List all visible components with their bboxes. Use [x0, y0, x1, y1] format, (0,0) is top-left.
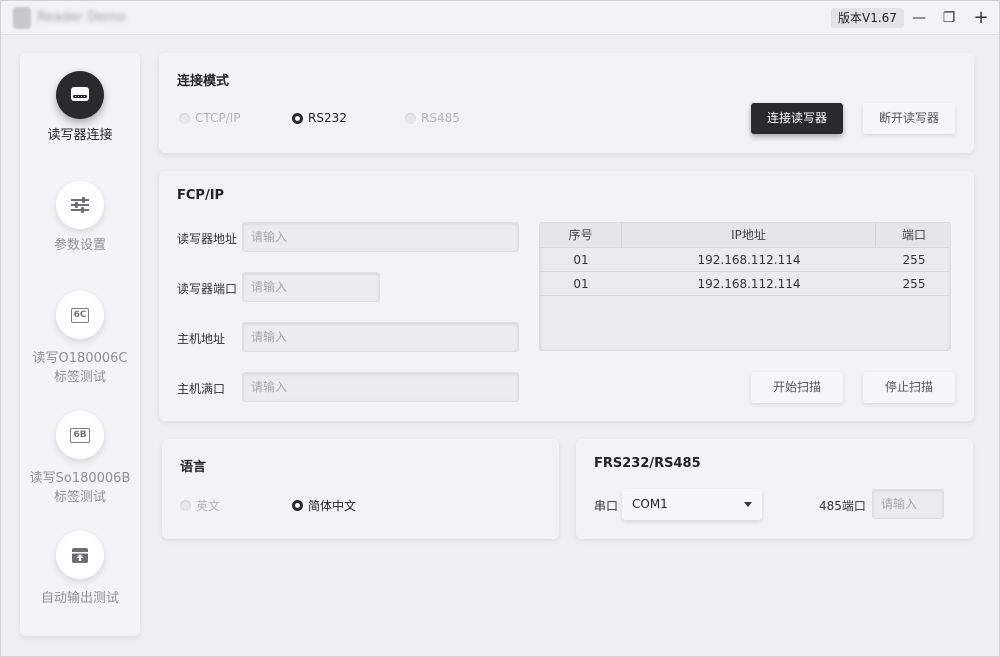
column-header-index: 序号 — [540, 223, 622, 248]
stop-scan-button[interactable]: 停止扫描 — [863, 372, 955, 403]
disconnect-reader-button[interactable]: 断开读写器 — [863, 103, 955, 134]
table-cell: 01 — [573, 277, 589, 291]
radio-rs232[interactable]: RS232 — [292, 111, 347, 125]
chevron-down-icon — [744, 502, 752, 507]
serial-port-label: 串口 — [594, 499, 619, 513]
radio-dot — [180, 500, 191, 511]
sidebar-item-label-line1: 读写So180006B — [29, 471, 131, 486]
host-port-input[interactable] — [242, 372, 519, 402]
scan-results-table: 序号 IP地址 端口 01 192.168.112.114 255 01 192… — [539, 222, 951, 351]
connect-mode-panel: 连接模式 CTCP/IP RS232 RS485 连接读写器 断开读写器 — [159, 53, 974, 153]
host-port-label: 主机满口 — [177, 382, 226, 396]
sidebar-item-label: 自动输出测试 — [40, 591, 119, 606]
radio-dot — [179, 112, 190, 124]
radio-label: CTCP/IP — [195, 111, 241, 125]
minimize-icon[interactable]: — — [908, 7, 930, 29]
table-row[interactable]: 01 192.168.112.114 255 — [540, 248, 950, 272]
reader-port-input[interactable] — [242, 272, 380, 302]
chip-label: 6B — [70, 427, 90, 443]
radio-label: RS485 — [421, 111, 460, 125]
app-title: Reader Demo — [37, 10, 126, 25]
sidebar-item-reader-connect[interactable]: 读写器连接 — [20, 53, 140, 153]
chip-6b-icon: 6B — [56, 411, 104, 459]
host-address-label: 主机地址 — [177, 332, 226, 346]
connect-reader-button[interactable]: 连接读写器 — [751, 103, 843, 134]
table-cell: 192.168.112.114 — [697, 253, 801, 267]
radio-dot — [292, 112, 303, 124]
column-header-port: 端口 — [901, 228, 926, 242]
table-cell: 192.168.112.114 — [697, 277, 801, 291]
app-logo-icon — [13, 7, 31, 29]
fcp-ip-title: FCP/IP — [177, 188, 225, 203]
radio-rs485[interactable]: RS485 — [405, 111, 460, 125]
reader-address-label: 读写器地址 — [177, 232, 238, 246]
restore-icon[interactable]: ❐ — [938, 7, 960, 29]
radio-dot — [292, 500, 303, 511]
app-window: Reader Demo 版本V1.67 — ❐ + 读写器连接 参数设置 6C … — [0, 0, 1000, 657]
reader-address-input[interactable] — [242, 222, 519, 252]
radio-label: 简体中文 — [308, 499, 357, 513]
sidebar-item-auto-output[interactable]: 自动输出测试 — [20, 513, 140, 613]
radio-dot — [405, 112, 416, 124]
host-address-input[interactable] — [242, 322, 519, 352]
sidebar-item-label-line1: 读写O180006C — [32, 351, 128, 366]
sidebar-item-label-line2: 标签测试 — [53, 490, 106, 505]
sidebar-item-label: 读写器连接 — [47, 128, 113, 143]
sliders-icon — [56, 181, 104, 229]
port485-label: 485端口 — [819, 499, 866, 513]
connect-mode-title: 连接模式 — [177, 74, 230, 89]
chip-label: 6C — [70, 307, 90, 323]
serial-port-value: COM1 — [632, 497, 668, 511]
title-bar: Reader Demo 版本V1.67 — ❐ + — [1, 1, 999, 35]
table-cell: 01 — [573, 253, 589, 267]
language-title: 语言 — [180, 460, 207, 475]
radio-label: RS232 — [308, 111, 347, 125]
language-panel: 语言 英文 简体中文 — [162, 439, 559, 539]
radio-label: 英文 — [196, 499, 221, 513]
column-header-ip: IP地址 — [622, 223, 876, 248]
start-scan-button[interactable]: 开始扫描 — [751, 372, 843, 403]
sidebar-item-6b-test[interactable]: 6B 读写So180006B 标签测试 — [20, 393, 140, 508]
radio-simplified-chinese[interactable]: 简体中文 — [292, 497, 356, 514]
table-cell: 255 — [902, 277, 926, 291]
radio-ctcp-ip[interactable]: CTCP/IP — [179, 111, 240, 125]
serial-port-select[interactable]: COM1 — [622, 489, 762, 520]
sidebar-item-label: 参数设置 — [53, 238, 106, 253]
table-header: 序号 IP地址 端口 — [540, 223, 950, 248]
table-cell: 255 — [902, 253, 926, 267]
close-icon[interactable]: + — [970, 7, 992, 29]
upload-box-icon — [56, 531, 104, 579]
port485-input[interactable] — [872, 489, 944, 519]
sidebar-item-params[interactable]: 参数设置 — [20, 163, 140, 263]
table-row[interactable]: 01 192.168.112.114 255 — [540, 272, 950, 296]
version-badge: 版本V1.67 — [831, 8, 904, 28]
radio-english[interactable]: 英文 — [180, 497, 220, 514]
sidebar-item-6c-test[interactable]: 6C 读写O180006C 标签测试 — [20, 273, 140, 388]
sidebar: 读写器连接 参数设置 6C 读写O180006C 标签测试 6B 读写So180… — [20, 53, 140, 636]
sidebar-item-label-line2: 标签测试 — [53, 370, 106, 385]
serial-title: FRS232/RS485 — [594, 456, 701, 471]
reader-port-label: 读写器端口 — [177, 282, 238, 296]
card-reader-icon — [56, 71, 104, 119]
chip-6c-icon: 6C — [56, 291, 104, 339]
